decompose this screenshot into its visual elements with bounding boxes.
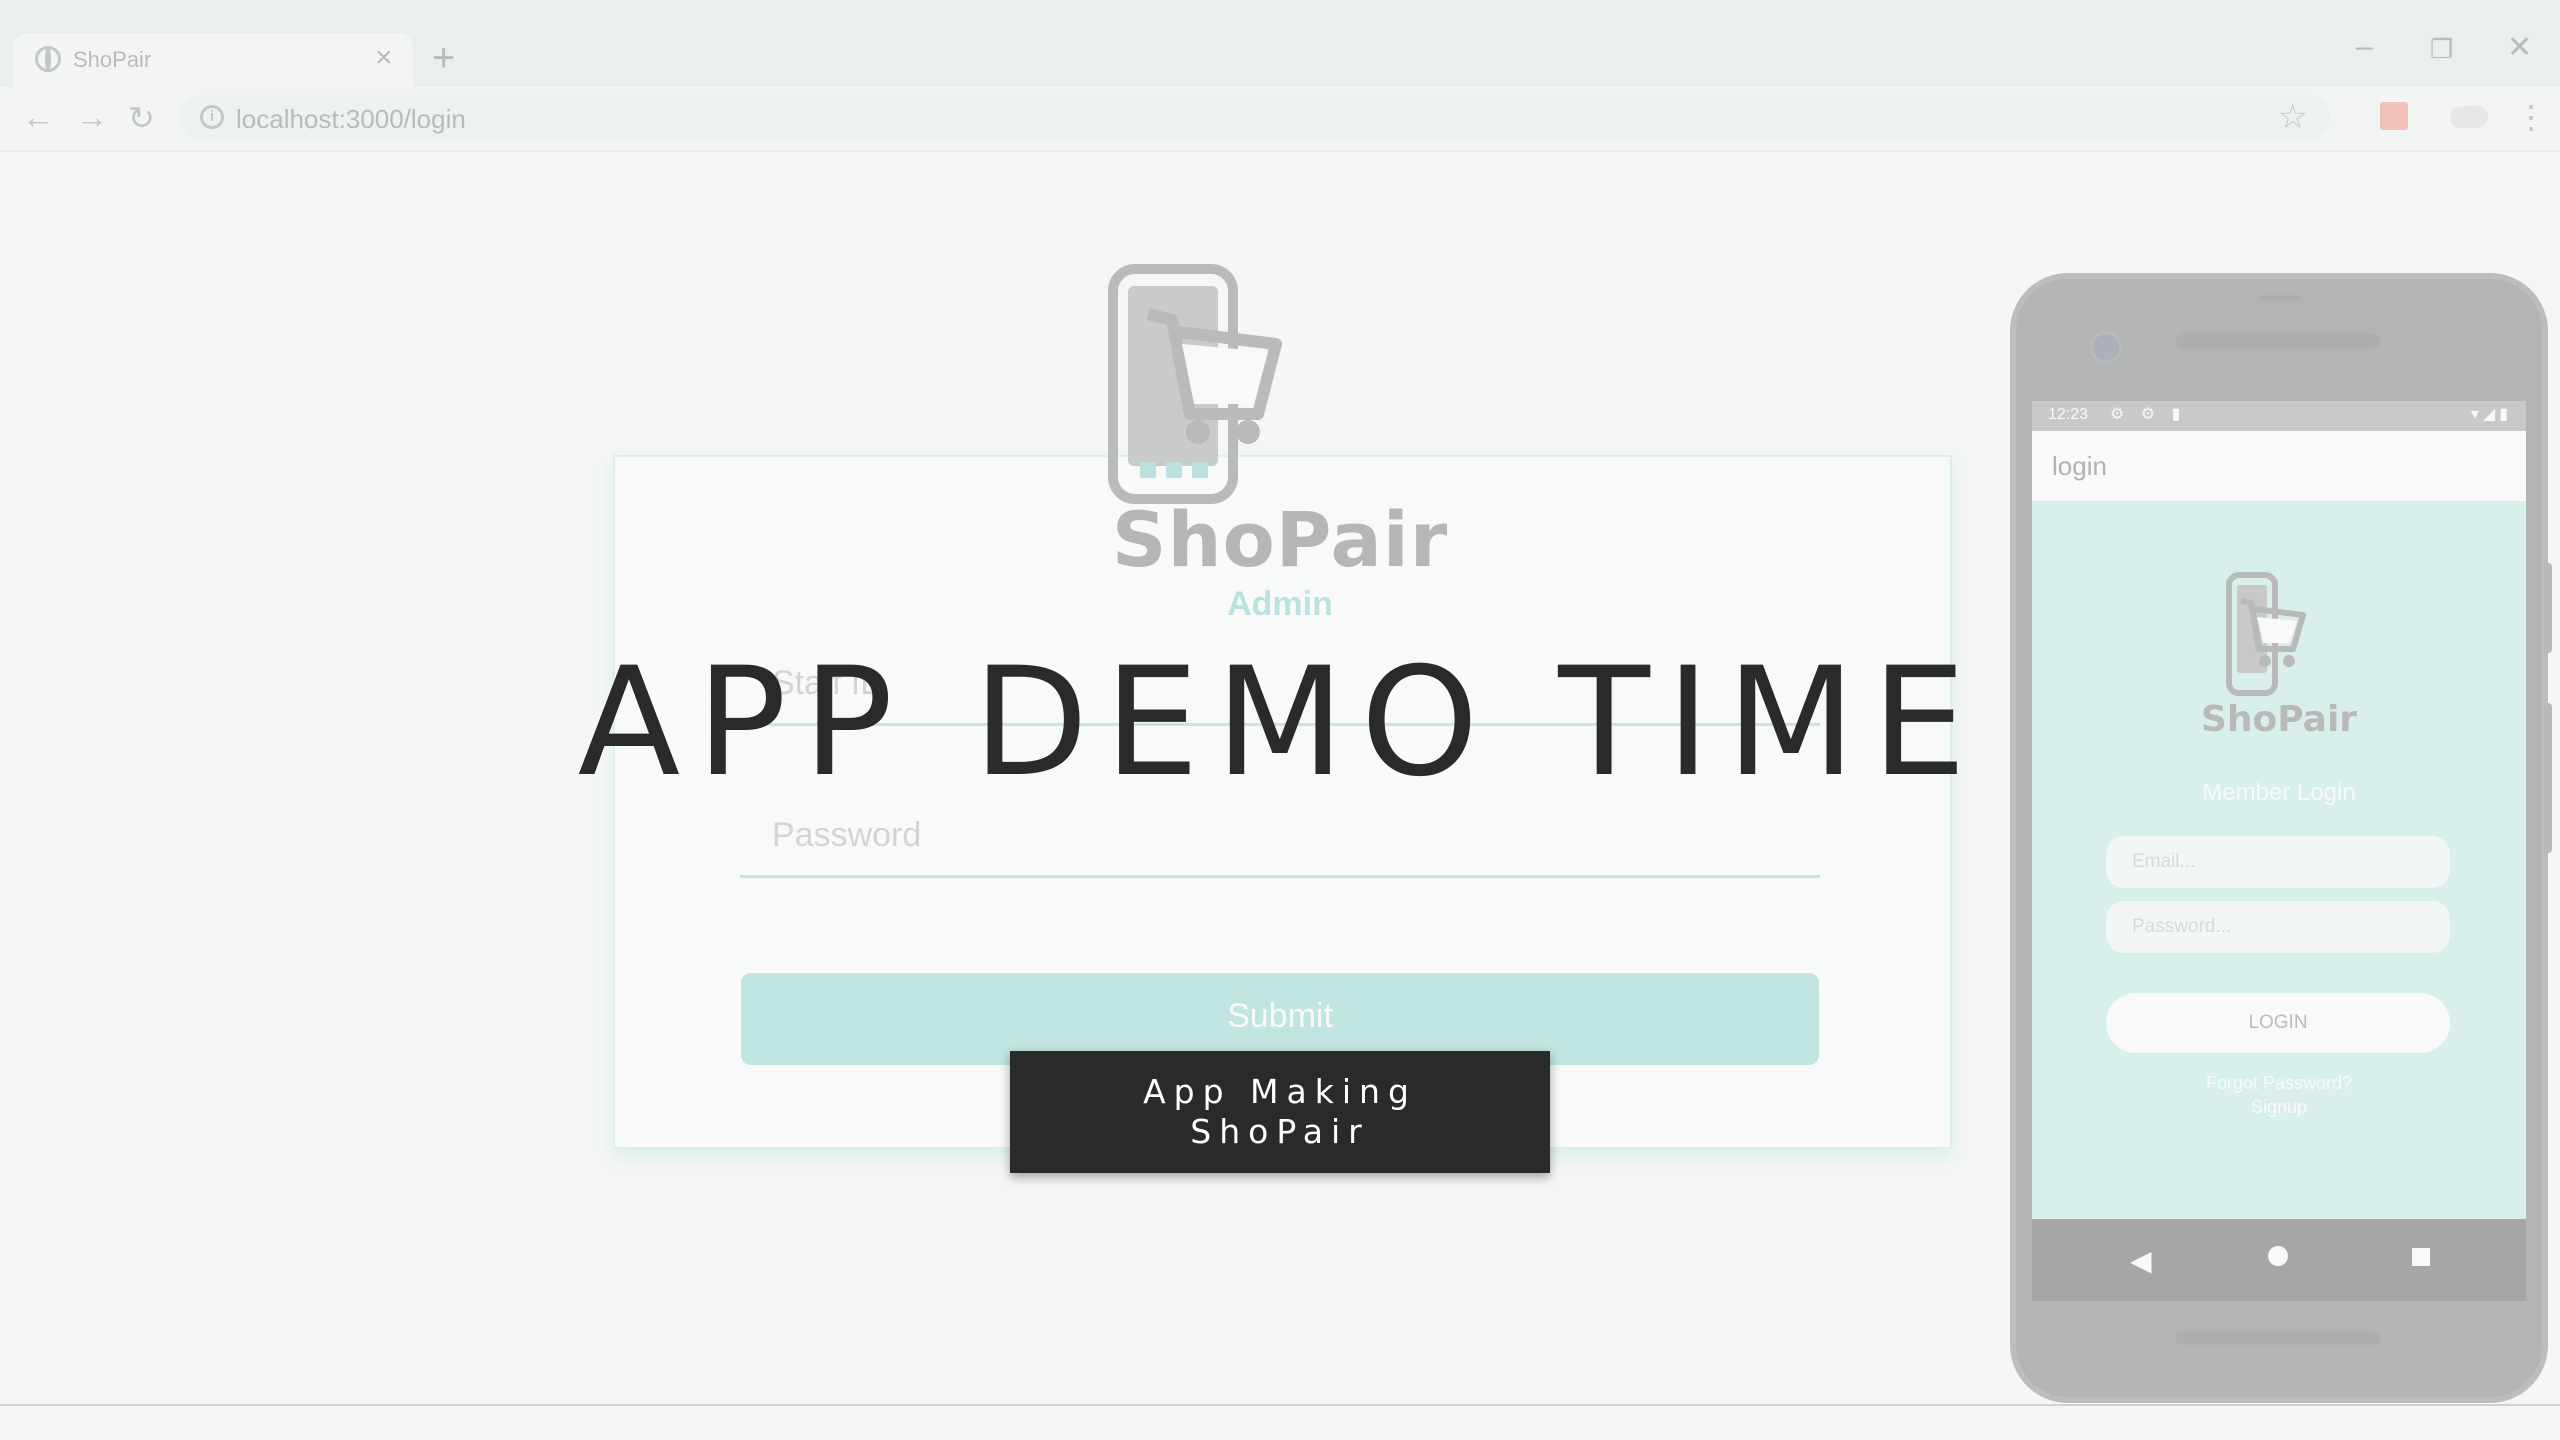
nav-back-icon[interactable]: ◀ <box>2130 1244 2152 1277</box>
subtitle-line-2: ShoPair <box>1190 1112 1370 1151</box>
bottom-divider <box>0 1404 2560 1406</box>
tab-close-icon[interactable]: × <box>375 41 393 75</box>
android-nav-bar: ◀ <box>2032 1219 2526 1301</box>
admin-label: Admin <box>1227 585 1333 623</box>
tab-title: ShoPair <box>73 47 152 72</box>
forward-icon[interactable]: → <box>76 99 108 136</box>
new-tab-icon[interactable]: + <box>432 36 455 81</box>
submit-label: Submit <box>1227 997 1333 1035</box>
browser-menu-icon[interactable]: ⋮ <box>2515 98 2547 136</box>
reload-icon[interactable]: ↻ <box>128 99 155 137</box>
phone-sensor <box>2260 295 2300 301</box>
forgot-password-link[interactable]: Forgot Password? <box>2032 1073 2526 1094</box>
email-input[interactable]: Email... <box>2106 836 2450 888</box>
subtitle-box: App Making ShoPair <box>1010 1051 1550 1173</box>
profile-icon[interactable] <box>2450 106 2488 128</box>
email-placeholder: Email... <box>2132 851 2196 872</box>
status-bar: 12:23 ⚙ ⚙ ▮ ▾◢▮ <box>2032 401 2526 431</box>
login-button[interactable]: LOGIN <box>2106 993 2450 1053</box>
address-bar[interactable]: i localhost:3000/login ☆ <box>180 95 2330 141</box>
login-screen: ShoPair Member Login Email... Password..… <box>2032 501 2526 1219</box>
status-time: 12:23 <box>2048 406 2089 423</box>
url-text[interactable]: localhost:3000/login <box>236 104 466 135</box>
demo-headline: APP DEMO TIME <box>577 636 1983 810</box>
phone-speaker <box>2175 333 2380 349</box>
password-placeholder: Password <box>772 816 922 854</box>
phone-password-placeholder: Password... <box>2132 916 2232 937</box>
globe-icon <box>35 46 61 72</box>
bookmark-star-icon[interactable]: ☆ <box>2278 97 2308 137</box>
front-camera-icon <box>2090 331 2122 363</box>
nav-recents-icon[interactable] <box>2412 1248 2430 1266</box>
browser-toolbar: ← → ↻ i localhost:3000/login ☆ <box>0 87 2560 152</box>
status-icons: ⚙ ⚙ ▮ <box>2110 406 2187 423</box>
browser-tab[interactable]: ShoPair × <box>13 33 413 87</box>
back-icon[interactable]: ← <box>22 99 54 136</box>
browser-window: ShoPair × + – ❐ ✕ ← → ↻ i localhost:3000… <box>0 0 2560 152</box>
info-icon[interactable]: i <box>200 105 224 129</box>
restore-icon[interactable]: ❐ <box>2430 34 2453 65</box>
app-bar: login <box>2032 431 2526 501</box>
subtitle-line-1: App Making <box>1143 1072 1417 1111</box>
tab-strip: ShoPair × + – ❐ ✕ <box>0 0 2560 87</box>
phone-bottom-bar <box>2175 1331 2380 1345</box>
nav-home-icon[interactable] <box>2268 1246 2288 1266</box>
window-close-icon[interactable]: ✕ <box>2507 30 2532 65</box>
phone-password-input[interactable]: Password... <box>2106 901 2450 953</box>
signal-battery-icons: ▾◢▮ <box>2470 406 2512 423</box>
app-bar-title: login <box>2052 451 2107 481</box>
phone-emulator: 12:23 ⚙ ⚙ ▮ ▾◢▮ login ShoPair Member Log… <box>2010 273 2552 1403</box>
signup-link[interactable]: Signup <box>2032 1097 2526 1118</box>
minimize-icon[interactable]: – <box>2356 30 2373 64</box>
extension-icon[interactable] <box>2380 102 2408 130</box>
brand-wordmark: ShoPair <box>1111 495 1449 584</box>
login-label: LOGIN <box>2248 1012 2308 1033</box>
phone-screen: 12:23 ⚙ ⚙ ▮ ▾◢▮ login ShoPair Member Log… <box>2032 401 2526 1301</box>
